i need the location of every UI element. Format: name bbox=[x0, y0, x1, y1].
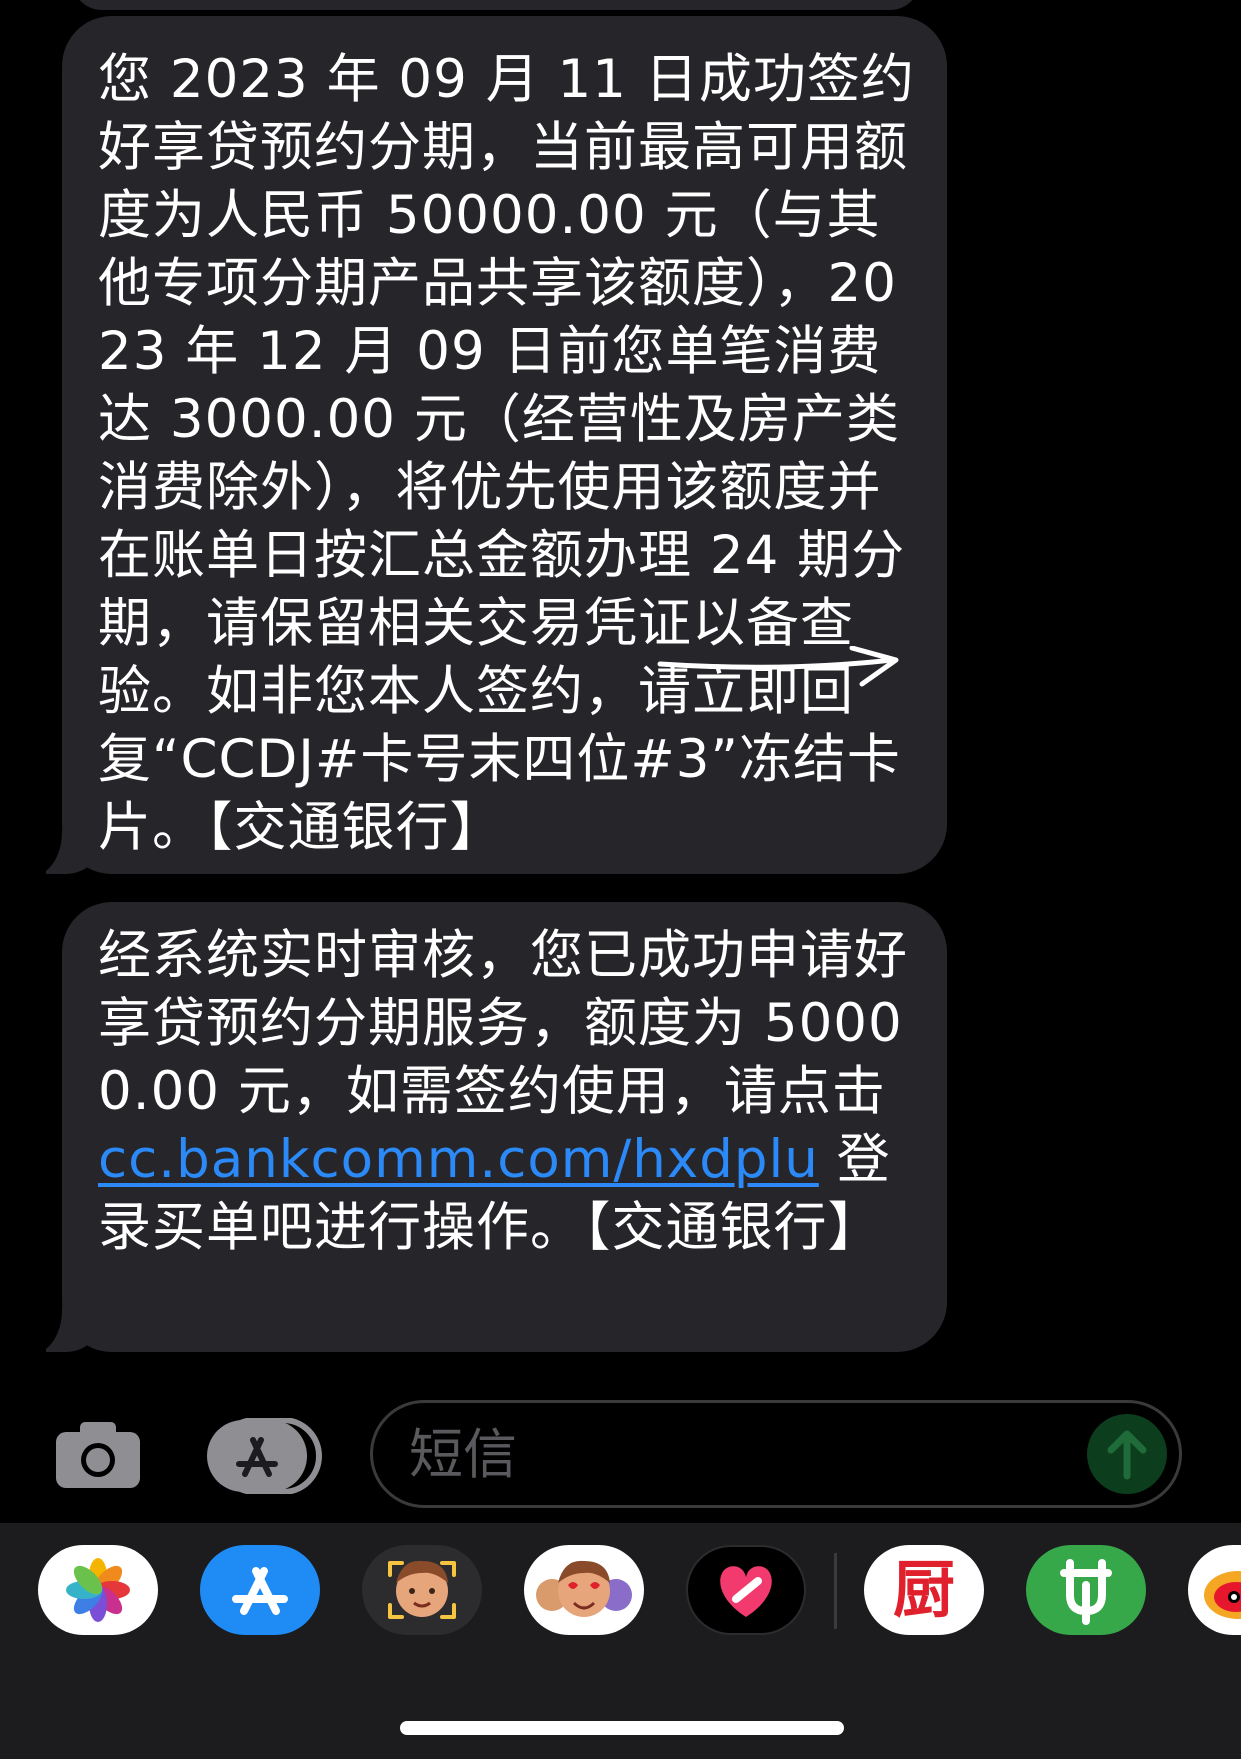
chu-app-icon[interactable]: 厨 bbox=[864, 1545, 984, 1635]
url-link[interactable]: cc.bankcomm.com/hxdplu bbox=[98, 1129, 819, 1190]
digital-touch-app-icon[interactable] bbox=[686, 1545, 806, 1635]
photos-app-icon[interactable] bbox=[38, 1545, 158, 1635]
chu-app-label: 厨 bbox=[892, 1553, 955, 1626]
message-input[interactable]: 短信 bbox=[370, 1400, 1182, 1508]
app-store-app-icon[interactable] bbox=[200, 1545, 320, 1635]
weibo-app-icon[interactable] bbox=[1188, 1545, 1241, 1635]
arrow-up-icon bbox=[1107, 1430, 1147, 1480]
memoji-stickers-app-icon[interactable] bbox=[524, 1545, 644, 1635]
message-bubble[interactable]: 您 2023 年 09 月 11 日成功签约好享贷预约分期，当前最高可用额度为人… bbox=[16, 16, 947, 876]
message-input-placeholder: 短信 bbox=[409, 1423, 517, 1486]
green-app-icon[interactable] bbox=[1026, 1545, 1146, 1635]
camera-icon[interactable] bbox=[54, 1420, 142, 1490]
home-indicator[interactable] bbox=[400, 1721, 844, 1735]
app-store-icon[interactable] bbox=[205, 1417, 323, 1495]
memoji-app-icon[interactable] bbox=[362, 1545, 482, 1635]
handwritten-arrow-annotation bbox=[657, 646, 899, 687]
drawer-divider bbox=[834, 1553, 837, 1629]
send-button[interactable] bbox=[1087, 1414, 1167, 1494]
message-text: 经系统实时审核，您已成功申请好享贷预约分期服务，额度为 50000.00 元，如… bbox=[62, 902, 947, 1262]
message-text: 您 2023 年 09 月 11 日成功签约好享贷预约分期，当前最高可用额度为人… bbox=[98, 49, 915, 858]
previous-message-bubble bbox=[72, 0, 920, 10]
message-text-part: 经系统实时审核，您已成功申请好享贷预约分期服务，额度为 50000.00 元，如… bbox=[98, 925, 908, 1122]
message-bubble[interactable]: 经系统实时审核，您已成功申请好享贷预约分期服务，额度为 50000.00 元，如… bbox=[16, 902, 947, 1354]
